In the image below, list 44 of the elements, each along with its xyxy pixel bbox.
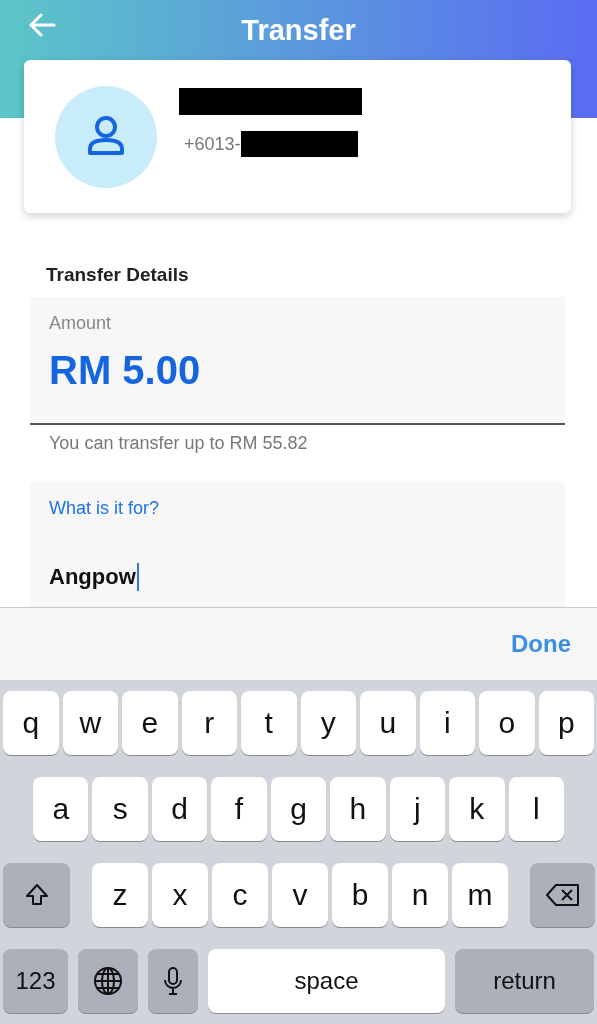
microphone-icon xyxy=(163,966,183,996)
microphone-key[interactable] xyxy=(148,949,198,1013)
globe-icon xyxy=(93,966,123,996)
return-key[interactable]: return xyxy=(455,949,594,1013)
delete-key[interactable] xyxy=(530,863,595,927)
letter-key[interactable]: k xyxy=(449,777,505,841)
letter-key[interactable]: g xyxy=(270,777,327,841)
letter-key[interactable]: u xyxy=(360,691,416,755)
amount-field[interactable]: Amount RM 5.00 xyxy=(30,297,565,425)
letter-key[interactable]: d xyxy=(151,777,208,841)
shift-icon xyxy=(23,882,50,908)
letter-key[interactable]: l xyxy=(508,777,564,841)
letter-key[interactable]: h xyxy=(330,777,386,841)
phone-number: +6013- xyxy=(184,133,241,155)
globe-key[interactable] xyxy=(78,949,138,1013)
letter-key[interactable]: w xyxy=(62,691,118,755)
letter-key[interactable]: r xyxy=(181,691,237,755)
letter-key[interactable]: e xyxy=(122,691,178,755)
letter-key[interactable]: q xyxy=(3,691,59,755)
letter-key[interactable]: b xyxy=(332,863,388,927)
letter-key[interactable]: s xyxy=(92,777,148,841)
letter-key[interactable]: x xyxy=(152,863,208,927)
letter-key[interactable]: f xyxy=(211,777,267,841)
letter-key[interactable]: t xyxy=(241,691,297,755)
letter-key[interactable]: n xyxy=(392,863,448,927)
letter-key[interactable]: c xyxy=(212,863,268,927)
letter-key[interactable]: p xyxy=(538,691,594,755)
letter-key[interactable]: y xyxy=(300,691,356,755)
letter-key[interactable]: z xyxy=(92,863,148,927)
letter-key[interactable]: o xyxy=(479,691,535,755)
purpose-field[interactable]: What is it for? Angpow xyxy=(30,482,565,607)
screen-title: Transfer xyxy=(241,13,356,47)
letter-key[interactable]: j xyxy=(389,777,446,841)
space-key[interactable]: space xyxy=(208,949,445,1013)
letter-key[interactable]: i xyxy=(419,691,475,755)
delete-icon xyxy=(545,883,580,907)
shift-key[interactable] xyxy=(3,863,70,927)
avatar-icon xyxy=(55,85,157,188)
numbers-key[interactable]: 123 xyxy=(3,949,68,1013)
letter-key[interactable]: v xyxy=(272,863,328,927)
transfer-limit-hint: You can transfer up to RM 55.82 xyxy=(49,433,309,454)
letter-key[interactable]: a xyxy=(33,777,89,841)
section-heading: Transfer Details xyxy=(46,263,190,287)
letter-key[interactable]: m xyxy=(452,863,508,927)
